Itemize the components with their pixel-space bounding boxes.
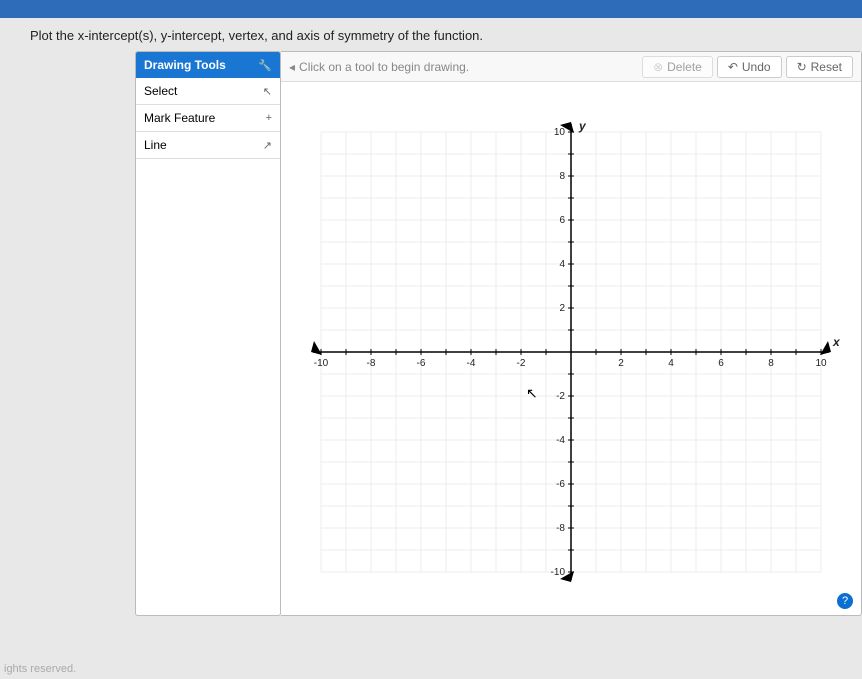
canvas-header: ◂ Click on a tool to begin drawing. ⊗ De… <box>281 52 861 82</box>
tool-select[interactable]: Select ↖ <box>136 78 280 105</box>
svg-text:6: 6 <box>559 215 565 226</box>
help-icon[interactable]: ? <box>837 593 853 609</box>
drawing-tools-panel: Drawing Tools 🔧 Select ↖ Mark Feature + … <box>135 51 281 616</box>
svg-text:4: 4 <box>559 259 565 270</box>
svg-text:8: 8 <box>559 171 565 182</box>
svg-text:-10: -10 <box>314 358 329 369</box>
tools-header: Drawing Tools 🔧 <box>136 52 280 78</box>
line-icon: ↗ <box>263 139 272 152</box>
chevron-left-icon: ◂ <box>289 60 295 74</box>
svg-text:-6: -6 <box>417 358 426 369</box>
svg-text:10: 10 <box>554 127 566 138</box>
reset-icon: ↻ <box>797 60 807 74</box>
button-label: Undo <box>742 60 771 74</box>
coordinate-grid[interactable]: -10 -8 -6 -4 -2 2 4 6 8 10 -10 -8 -6 -4 -2 2 4 6 8 10 x y <box>301 112 841 592</box>
canvas-hint: ◂ Click on a tool to begin drawing. <box>289 60 469 74</box>
undo-icon: ↶ <box>728 60 738 74</box>
svg-text:-6: -6 <box>556 479 565 490</box>
graph-wrapper: -10-8-6-4-2246810-10-8-6-4-2246810xy ↖ <box>281 82 861 612</box>
svg-text:2: 2 <box>618 358 624 369</box>
svg-text:-10: -10 <box>551 567 566 578</box>
instruction-text: Plot the x-intercept(s), y-intercept, ve… <box>0 18 862 51</box>
svg-text:y: y <box>578 119 587 133</box>
cursor-icon: ↖ <box>263 85 272 98</box>
svg-text:-2: -2 <box>517 358 526 369</box>
svg-text:8: 8 <box>768 358 774 369</box>
canvas-area: ◂ Click on a tool to begin drawing. ⊗ De… <box>281 51 862 616</box>
footer-text: ights reserved. <box>0 659 80 679</box>
tool-label: Mark Feature <box>144 111 215 125</box>
hint-text: Click on a tool to begin drawing. <box>299 60 469 74</box>
tools-title: Drawing Tools <box>144 58 226 72</box>
svg-text:-8: -8 <box>367 358 376 369</box>
svg-text:4: 4 <box>668 358 674 369</box>
canvas-buttons: ⊗ Delete ↶ Undo ↻ Reset <box>642 56 853 78</box>
svg-text:-4: -4 <box>467 358 476 369</box>
svg-text:-8: -8 <box>556 523 565 534</box>
svg-text:6: 6 <box>718 358 724 369</box>
tool-label: Select <box>144 84 177 98</box>
svg-text:-4: -4 <box>556 435 565 446</box>
tool-line[interactable]: Line ↗ <box>136 132 280 159</box>
reset-button[interactable]: ↻ Reset <box>786 56 853 78</box>
svg-text:x: x <box>832 335 841 349</box>
tool-label: Line <box>144 138 167 152</box>
undo-button[interactable]: ↶ Undo <box>717 56 782 78</box>
button-label: Reset <box>811 60 842 74</box>
main-area: Drawing Tools 🔧 Select ↖ Mark Feature + … <box>0 51 862 616</box>
delete-button[interactable]: ⊗ Delete <box>642 56 713 78</box>
plus-icon: + <box>266 112 272 124</box>
tool-mark-feature[interactable]: Mark Feature + <box>136 105 280 132</box>
button-label: Delete <box>667 60 702 74</box>
wrench-icon: 🔧 <box>258 59 272 72</box>
svg-text:10: 10 <box>815 358 827 369</box>
close-icon: ⊗ <box>653 60 663 74</box>
top-bar <box>0 0 862 18</box>
svg-text:2: 2 <box>559 303 565 314</box>
svg-text:-2: -2 <box>556 391 565 402</box>
